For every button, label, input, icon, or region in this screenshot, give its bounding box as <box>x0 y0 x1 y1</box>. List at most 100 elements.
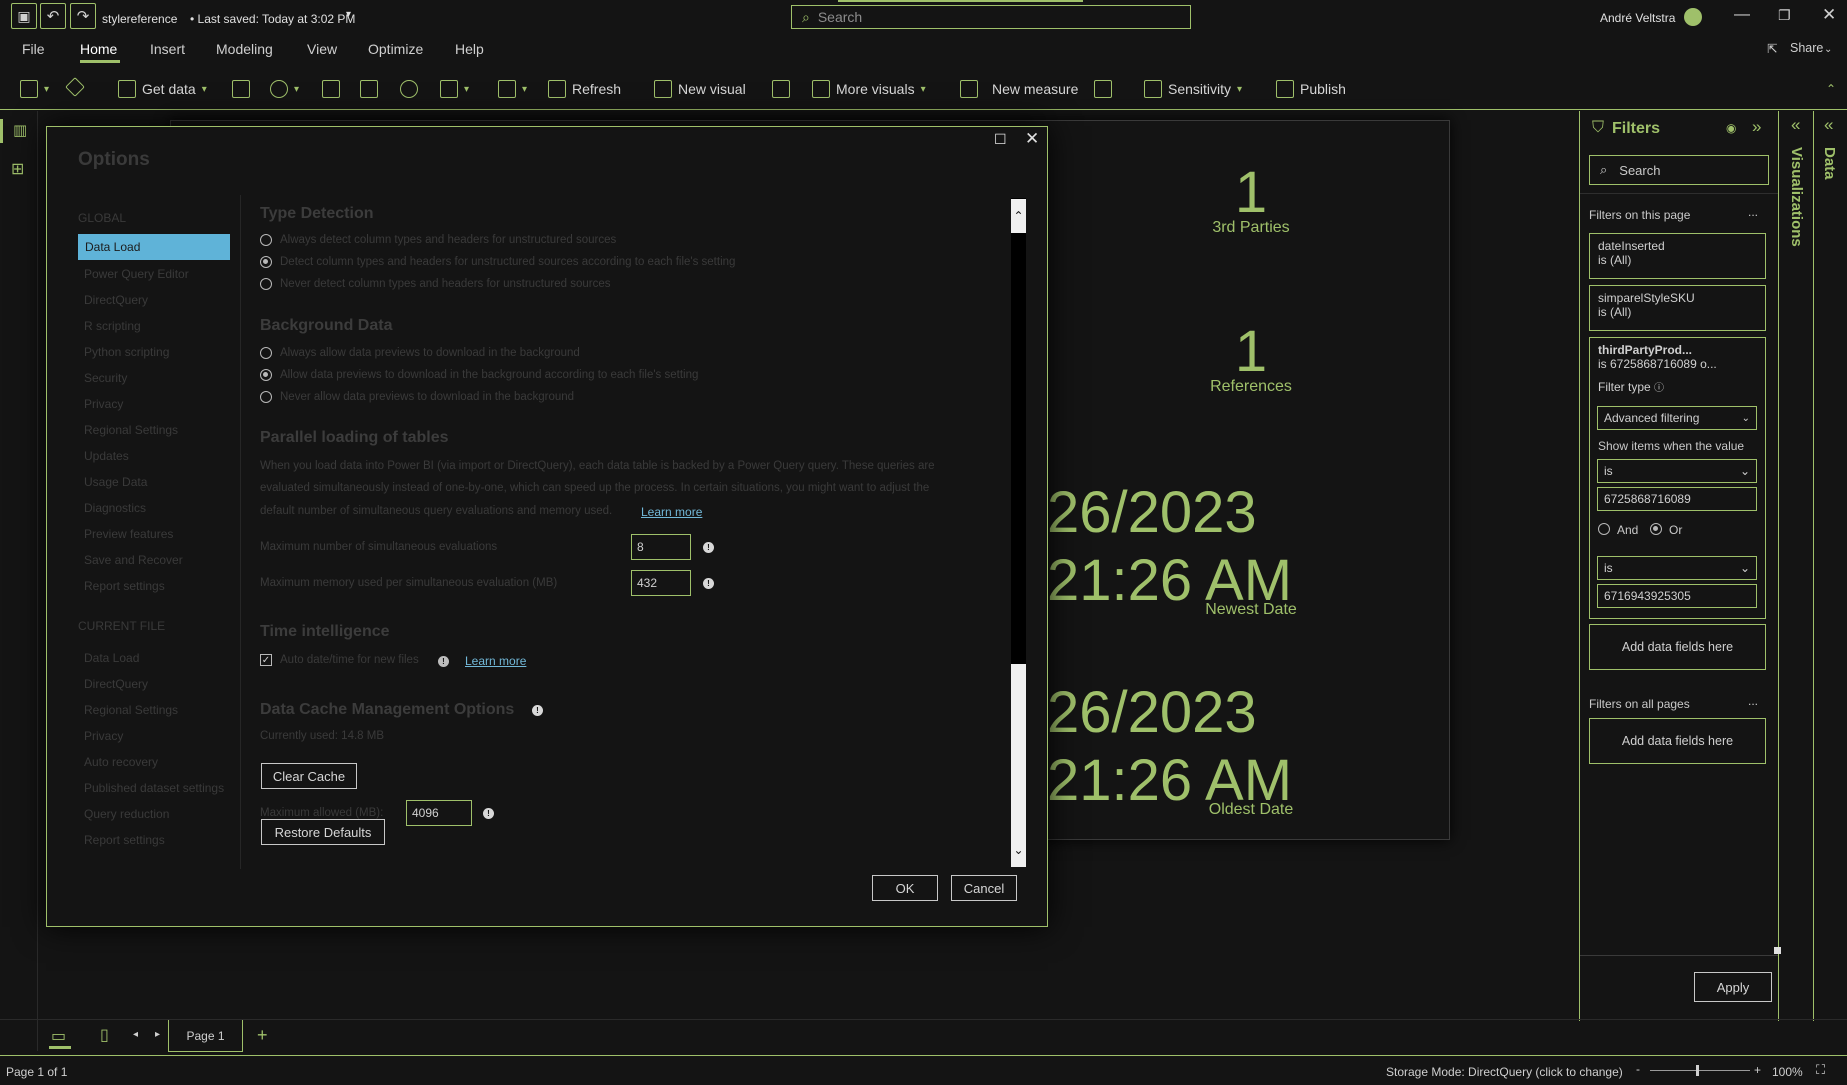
new-visual-button[interactable]: New visual <box>654 80 746 98</box>
nav-item-regional-settings[interactable]: Regional Settings <box>84 423 178 437</box>
avatar[interactable] <box>1684 8 1702 26</box>
enter-data-button[interactable] <box>360 80 378 98</box>
nav-item-python-scripting[interactable]: Python scripting <box>84 345 169 359</box>
close-icon[interactable]: ✕ <box>1822 5 1836 25</box>
filter-type-select[interactable]: Advanced filtering ⌄ <box>1597 406 1757 430</box>
nav-item-cf-privacy[interactable]: Privacy <box>84 729 123 743</box>
format-painter-button[interactable] <box>65 77 85 97</box>
minimize-icon[interactable]: — <box>1734 6 1750 24</box>
collapse-ribbon-icon[interactable]: ⌃ <box>1826 82 1836 96</box>
nav-item-usage-data[interactable]: Usage Data <box>84 475 147 489</box>
get-data-button[interactable]: Get data ▾ <box>118 80 207 98</box>
storage-mode[interactable]: Storage Mode: DirectQuery (click to chan… <box>1386 1065 1623 1079</box>
menu-help[interactable]: Help <box>455 41 484 57</box>
quick-measure-button[interactable] <box>1094 80 1112 98</box>
add-page-icon[interactable]: + <box>257 1025 268 1046</box>
nav-item-cf-directquery[interactable]: DirectQuery <box>84 677 148 691</box>
nav-item-save-recover[interactable]: Save and Recover <box>84 553 183 567</box>
paste-button[interactable]: ▾ <box>20 80 49 98</box>
zoom-slider[interactable] <box>1650 1070 1750 1071</box>
type-detect-per-file-option[interactable]: Detect column types and headers for unst… <box>260 256 735 268</box>
bg-always-option[interactable]: Always allow data previews to download i… <box>260 347 580 359</box>
info-icon[interactable]: ! <box>532 705 543 716</box>
max-allowed-input[interactable]: 4096 <box>406 800 472 826</box>
onelake-button[interactable] <box>322 80 340 98</box>
menu-insert[interactable]: Insert <box>150 41 185 57</box>
sensitivity-button[interactable]: Sensitivity ▾ <box>1144 80 1242 98</box>
info-icon[interactable]: ! <box>703 542 714 553</box>
menu-optimize[interactable]: Optimize <box>368 41 423 57</box>
more-options-icon[interactable]: ... <box>1748 205 1758 219</box>
info-icon[interactable]: ! <box>483 808 494 819</box>
nav-item-cf-report-settings[interactable]: Report settings <box>84 833 165 847</box>
or-radio[interactable] <box>1650 523 1662 538</box>
model-view-icon[interactable]: ⊞ <box>11 159 24 179</box>
new-measure-button[interactable]: New measure <box>960 80 1078 98</box>
resize-handle[interactable] <box>1774 947 1781 954</box>
maximize-icon[interactable]: ☐ <box>994 131 1007 148</box>
nav-item-updates[interactable]: Updates <box>84 449 129 463</box>
share-button[interactable]: Share <box>1790 41 1823 55</box>
filter-card-dateinserted[interactable]: dateInserted is (All) <box>1589 233 1766 279</box>
refresh-button[interactable]: Refresh <box>548 80 621 98</box>
nav-item-preview-features[interactable]: Preview features <box>84 527 173 541</box>
nav-item-cf-auto-recovery[interactable]: Auto recovery <box>84 755 158 769</box>
nav-item-report-settings[interactable]: Report settings <box>84 579 165 593</box>
visualizations-rail[interactable]: « Visualizations <box>1781 111 1814 1021</box>
data-label[interactable]: Data <box>1821 147 1838 180</box>
info-icon[interactable]: ! <box>438 656 449 667</box>
auto-datetime-checkbox[interactable]: ✓ Auto date/time for new files <box>260 654 419 666</box>
nav-item-cf-regional-settings[interactable]: Regional Settings <box>84 703 178 717</box>
menu-home[interactable]: Home <box>80 41 117 57</box>
nav-item-diagnostics[interactable]: Diagnostics <box>84 501 146 515</box>
share-icon[interactable]: ⇱ <box>1767 41 1777 56</box>
filters-search-input[interactable]: ⌕ Search <box>1589 155 1769 185</box>
search-input[interactable]: ⌕ Search <box>791 5 1191 29</box>
redo-icon[interactable]: ↷ <box>70 3 96 29</box>
zoom-out-icon[interactable]: - <box>1636 1062 1640 1076</box>
transform-button[interactable]: ▾ <box>498 80 527 98</box>
collapse-filters-icon[interactable]: » <box>1752 117 1761 137</box>
nav-item-cf-query-reduction[interactable]: Query reduction <box>84 807 169 821</box>
zoom-in-icon[interactable]: + <box>1754 1063 1761 1077</box>
checkbox-checked-icon[interactable]: ✓ <box>260 654 272 666</box>
bg-never-option[interactable]: Never allow data previews to download in… <box>260 391 574 403</box>
condition1-value-input[interactable]: 6725868716089 <box>1597 487 1757 511</box>
desktop-layout-icon[interactable]: ▭ <box>51 1026 66 1046</box>
cancel-button[interactable]: Cancel <box>951 875 1017 901</box>
ok-button[interactable]: OK <box>872 875 938 901</box>
zoom-slider-thumb[interactable] <box>1696 1065 1699 1076</box>
last-saved-text[interactable]: • Last saved: Today at 3:02 PM <box>190 12 355 26</box>
nav-item-security[interactable]: Security <box>84 371 127 385</box>
nav-item-directquery[interactable]: DirectQuery <box>84 293 148 307</box>
more-visuals-button[interactable]: More visuals ▾ <box>812 80 926 98</box>
mobile-layout-icon[interactable]: ▯ <box>100 1025 109 1045</box>
scroll-up-icon[interactable]: ⌃ <box>1011 199 1026 233</box>
close-icon[interactable]: ✕ <box>1025 129 1039 149</box>
condition1-operator-select[interactable]: is ⌄ <box>1597 459 1757 483</box>
nav-item-data-load[interactable]: Data Load <box>78 234 230 260</box>
nav-item-r-scripting[interactable]: R scripting <box>84 319 141 333</box>
and-radio[interactable] <box>1598 523 1610 538</box>
more-options-icon[interactable]: ... <box>1748 694 1758 708</box>
report-view-icon[interactable]: ▥ <box>13 121 27 139</box>
undo-icon[interactable]: ↶ <box>40 3 66 29</box>
menu-file[interactable]: File <box>22 41 45 57</box>
type-detect-always-option[interactable]: Always detect column types and headers f… <box>260 234 616 246</box>
text-box-button[interactable] <box>772 80 790 98</box>
scroll-down-icon[interactable]: ⌄ <box>1011 833 1026 867</box>
expand-data-icon[interactable]: « <box>1824 115 1833 135</box>
chevron-down-icon[interactable]: ▾ <box>346 9 351 20</box>
nav-item-cf-published-dataset[interactable]: Published dataset settings <box>84 781 224 795</box>
menu-view[interactable]: View <box>307 41 337 57</box>
restore-icon[interactable]: ❐ <box>1778 7 1791 24</box>
nav-item-privacy[interactable]: Privacy <box>84 397 123 411</box>
learn-more-link[interactable]: Learn more <box>641 505 702 519</box>
filter-card-simparelstylesku[interactable]: simparelStyleSKU is (All) <box>1589 285 1766 331</box>
excel-button[interactable] <box>232 80 250 98</box>
fit-to-page-icon[interactable]: ⛶ <box>1816 1062 1825 1078</box>
clear-cache-button[interactable]: Clear Cache <box>261 763 357 789</box>
restore-defaults-button[interactable]: Restore Defaults <box>261 819 385 845</box>
condition2-operator-select[interactable]: is ⌄ <box>1597 556 1757 580</box>
prev-page-icon[interactable]: ◂ <box>133 1029 138 1040</box>
